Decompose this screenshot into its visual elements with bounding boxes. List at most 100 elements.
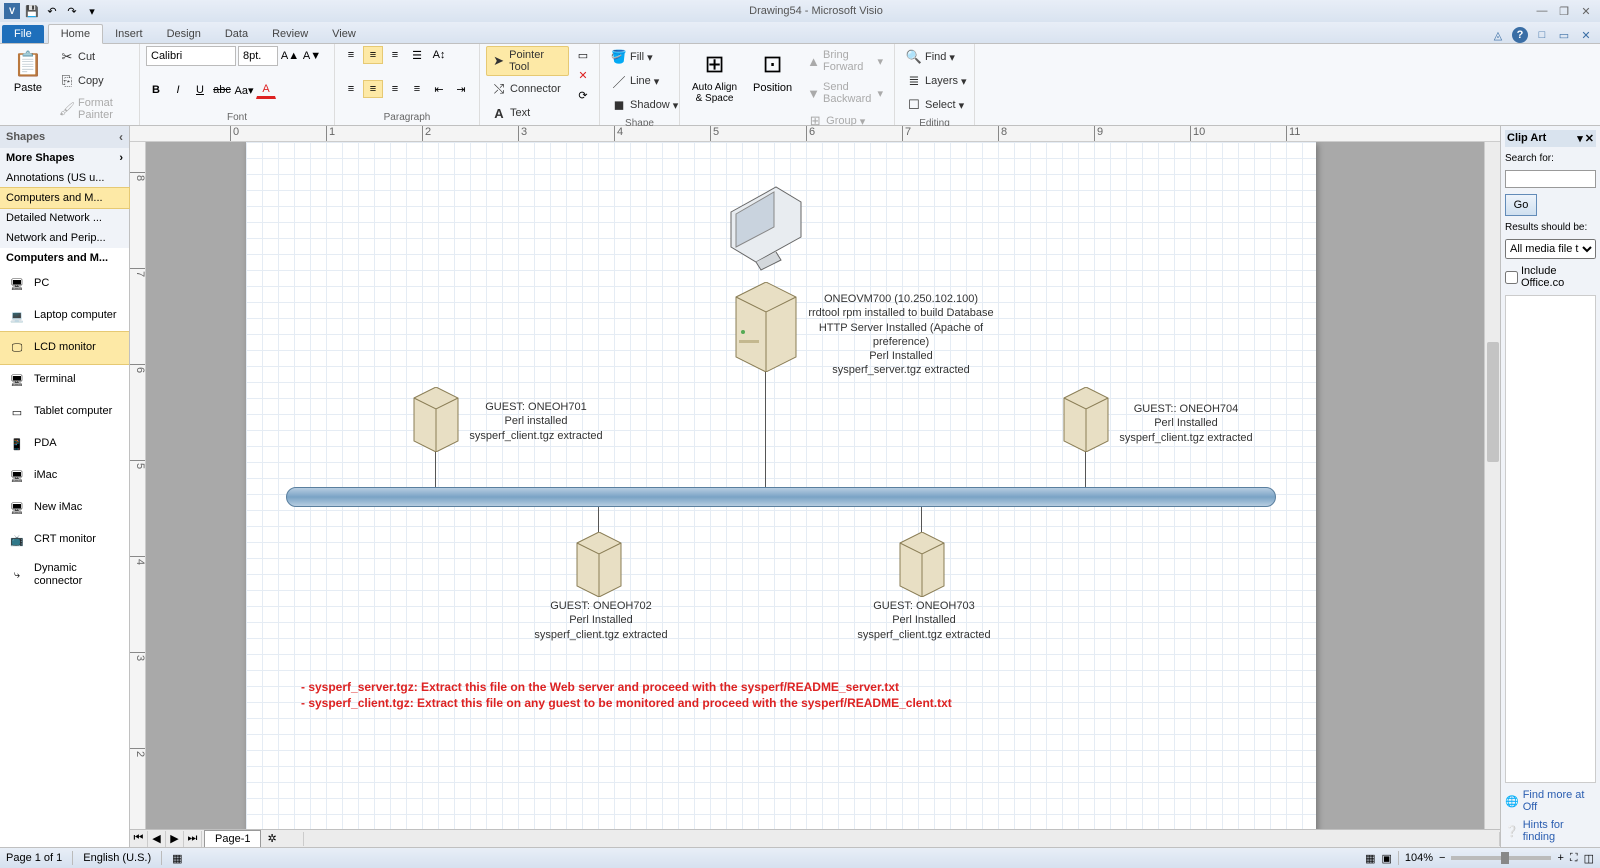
shadow-button[interactable]: ◼Shadow▾ bbox=[606, 94, 683, 116]
close-button[interactable]: ✕ bbox=[1576, 3, 1596, 19]
switch-window-icon[interactable]: ◫ bbox=[1584, 852, 1594, 865]
zoom-in-icon[interactable]: + bbox=[1557, 852, 1563, 864]
shape-laptop[interactable]: 💻Laptop computer bbox=[0, 300, 129, 332]
font-family-select[interactable] bbox=[146, 46, 236, 66]
shape-dynamic-connector[interactable]: ⤷Dynamic connector bbox=[0, 556, 129, 594]
tab-view[interactable]: View bbox=[320, 25, 368, 43]
text-direction-icon[interactable]: A↕ bbox=[429, 46, 449, 64]
bring-forward-button[interactable]: ▲Bring Forward▾ bbox=[802, 46, 888, 76]
copy-button[interactable]: ⎘Copy bbox=[54, 70, 133, 92]
red-note-2[interactable]: - sysperf_client.tgz: Extract this file … bbox=[301, 696, 952, 710]
redo-icon[interactable]: ↷ bbox=[64, 3, 80, 19]
decrease-font-icon[interactable]: A▼ bbox=[302, 47, 322, 65]
guest2-note[interactable]: GUEST: ONEOH702Perl Installedsysperf_cli… bbox=[531, 599, 671, 642]
bullets-icon[interactable]: ☰ bbox=[407, 46, 427, 64]
more-shapes-item[interactable]: More Shapes› bbox=[0, 148, 129, 168]
cut-button[interactable]: ✂Cut bbox=[54, 46, 133, 68]
fit-page-icon[interactable]: ⛶ bbox=[1570, 852, 1578, 865]
align-bottom-icon[interactable]: ≡ bbox=[385, 46, 405, 64]
red-note-1[interactable]: - sysperf_server.tgz: Extract this file … bbox=[301, 680, 899, 694]
decrease-indent-icon[interactable]: ⇤ bbox=[429, 80, 449, 98]
ethernet-pipe[interactable] bbox=[286, 487, 1276, 507]
zoom-slider[interactable] bbox=[1451, 856, 1551, 860]
vertical-scrollbar[interactable] bbox=[1484, 142, 1500, 829]
align-right-icon[interactable]: ≡ bbox=[385, 80, 405, 98]
hints-link[interactable]: ❔Hints for finding bbox=[1505, 819, 1596, 843]
qat-dropdown-icon[interactable]: ▾ bbox=[84, 3, 100, 19]
ribbon-close-icon[interactable]: ✕ bbox=[1578, 27, 1594, 43]
macro-icon[interactable]: ▦ bbox=[172, 852, 182, 865]
shape-terminal[interactable]: 🖥Terminal bbox=[0, 364, 129, 396]
save-icon[interactable]: 💾 bbox=[24, 3, 40, 19]
shape-tablet[interactable]: ▭Tablet computer bbox=[0, 396, 129, 428]
clipart-dropdown-icon[interactable]: ▾ bbox=[1577, 132, 1583, 145]
drawing-canvas[interactable]: ONEOVM700 (10.250.102.100) rrdtool rpm i… bbox=[146, 142, 1484, 829]
font-size-select[interactable] bbox=[238, 46, 278, 66]
language-indicator[interactable]: English (U.S.) bbox=[83, 852, 151, 864]
server-guest3-shape[interactable] bbox=[897, 532, 947, 597]
lcd-monitor-shape[interactable] bbox=[726, 182, 806, 272]
guest3-note[interactable]: GUEST: ONEOH703Perl Installedsysperf_cli… bbox=[854, 599, 994, 642]
zoom-slider-thumb[interactable] bbox=[1501, 852, 1509, 864]
pointer-tool-button[interactable]: ➤Pointer Tool bbox=[486, 46, 569, 76]
connector-tool-button[interactable]: ⤭Connector bbox=[486, 78, 569, 100]
select-button[interactable]: ☐Select▾ bbox=[901, 94, 972, 116]
send-backward-button[interactable]: ▼Send Backward▾ bbox=[802, 78, 888, 108]
server-guest2-shape[interactable] bbox=[574, 532, 624, 597]
increase-font-icon[interactable]: A▲ bbox=[280, 47, 300, 65]
strike-button[interactable]: abc bbox=[212, 81, 232, 99]
shape-new-imac[interactable]: 🖥New iMac bbox=[0, 492, 129, 524]
server-guest1-shape[interactable] bbox=[411, 387, 461, 452]
layers-button[interactable]: ≣Layers▾ bbox=[901, 70, 972, 92]
tab-file[interactable]: File bbox=[2, 25, 44, 43]
page-tab-1[interactable]: Page-1 bbox=[204, 830, 261, 847]
paste-button[interactable]: 📋 Paste bbox=[6, 46, 50, 96]
case-button[interactable]: Aa▾ bbox=[234, 81, 254, 99]
align-center-icon[interactable]: ≡ bbox=[363, 80, 383, 98]
align-middle-icon[interactable]: ≡ bbox=[363, 46, 383, 64]
last-page-icon[interactable]: ⏭ bbox=[184, 831, 202, 847]
restore-button[interactable]: ❐ bbox=[1554, 3, 1574, 19]
category-detailed-network[interactable]: Detailed Network ... bbox=[0, 208, 129, 228]
font-color-button[interactable]: A bbox=[256, 81, 276, 99]
category-computers[interactable]: Computers and M... bbox=[0, 187, 130, 209]
text-tool-button[interactable]: AText bbox=[486, 102, 569, 124]
tab-review[interactable]: Review bbox=[260, 25, 320, 43]
guest1-note[interactable]: GUEST: ONEOH701Perl installedsysperf_cli… bbox=[466, 400, 606, 443]
bold-button[interactable]: B bbox=[146, 81, 166, 99]
line-button[interactable]: ／Line▾ bbox=[606, 70, 683, 92]
connector-guest3[interactable] bbox=[921, 507, 922, 532]
category-network-perip[interactable]: Network and Perip... bbox=[0, 228, 129, 248]
prev-page-icon[interactable]: ◀ bbox=[148, 831, 166, 847]
horizontal-scrollbar[interactable] bbox=[303, 832, 1500, 846]
help-style-icon[interactable]: ◬ bbox=[1490, 27, 1506, 43]
scrollbar-thumb[interactable] bbox=[1487, 342, 1499, 462]
connector-guest2[interactable] bbox=[598, 507, 599, 532]
align-justify-icon[interactable]: ≡ bbox=[407, 80, 427, 98]
connector-guest1[interactable] bbox=[435, 452, 436, 487]
clipart-search-input[interactable] bbox=[1505, 170, 1596, 188]
view-normal-icon[interactable]: ▦ bbox=[1365, 852, 1375, 865]
zoom-out-icon[interactable]: − bbox=[1439, 852, 1445, 864]
connector-main[interactable] bbox=[765, 372, 766, 487]
tab-design[interactable]: Design bbox=[155, 25, 213, 43]
next-page-icon[interactable]: ▶ bbox=[166, 831, 184, 847]
shape-pc[interactable]: 🖥PC bbox=[0, 268, 129, 300]
server-main-shape[interactable] bbox=[731, 282, 801, 372]
clipart-close-icon[interactable]: ✕ bbox=[1585, 132, 1594, 145]
shape-lcd-monitor[interactable]: 🖵LCD monitor bbox=[0, 331, 129, 365]
increase-indent-icon[interactable]: ⇥ bbox=[451, 80, 471, 98]
find-button[interactable]: 🔍Find▾ bbox=[901, 46, 972, 68]
position-button[interactable]: ⊡ Position bbox=[747, 46, 798, 96]
include-office-checkbox[interactable] bbox=[1505, 271, 1518, 284]
align-top-icon[interactable]: ≡ bbox=[341, 46, 361, 64]
find-more-link[interactable]: 🌐Find more at Off bbox=[1505, 789, 1596, 813]
underline-button[interactable]: U bbox=[190, 81, 210, 99]
rectangle-tool-icon[interactable]: ▭ bbox=[573, 46, 593, 64]
shapes-pane-collapse-icon[interactable]: ‹ bbox=[119, 130, 123, 144]
minimize-ribbon-icon[interactable]: □ bbox=[1534, 27, 1550, 43]
delete-connector-icon[interactable]: ✕ bbox=[573, 66, 593, 84]
server-main-note[interactable]: ONEOVM700 (10.250.102.100) rrdtool rpm i… bbox=[806, 292, 996, 378]
tab-insert[interactable]: Insert bbox=[103, 25, 155, 43]
ribbon-expand-icon[interactable]: ▭ bbox=[1556, 27, 1572, 43]
